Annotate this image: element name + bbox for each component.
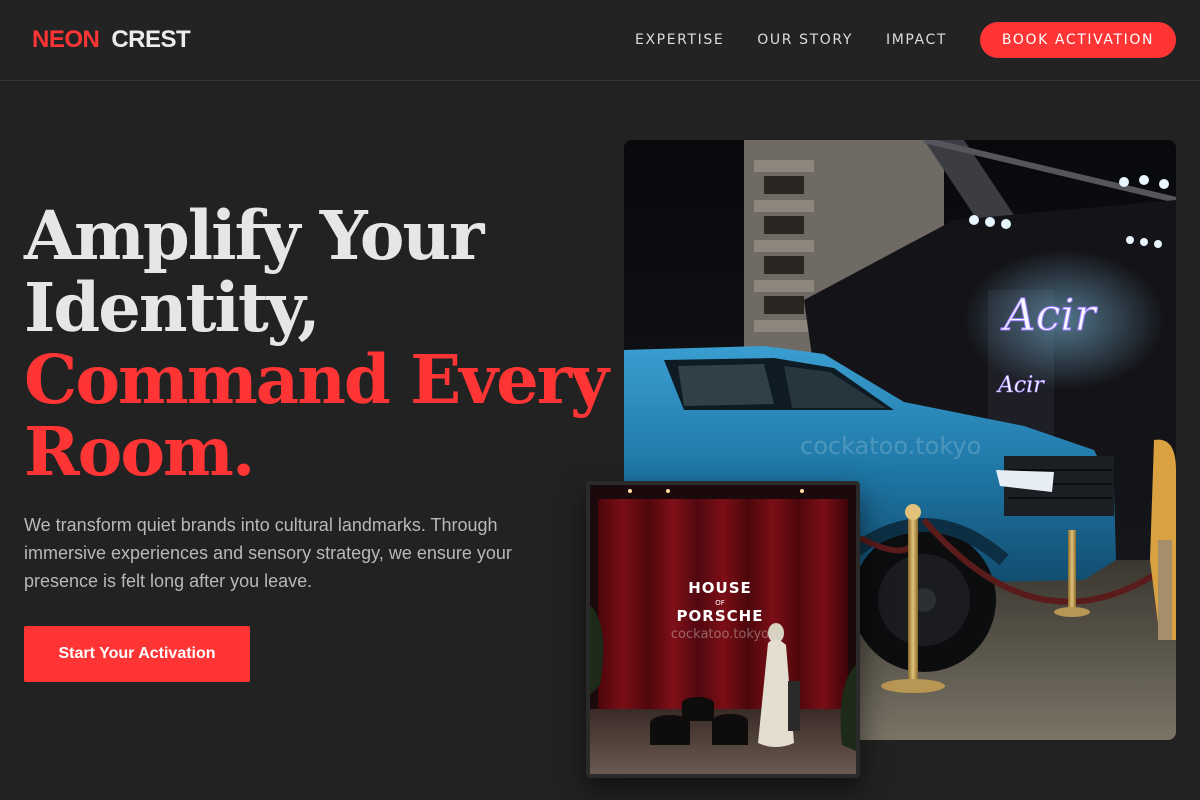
neon-sign-text: Acir: [1000, 290, 1098, 341]
headline-line-2: Identity,: [24, 268, 321, 347]
brand-logo[interactable]: NEON CREST: [32, 26, 191, 54]
inset-photo-watermark: cockatoo.tokyo: [671, 627, 769, 642]
sign-house: HOUSE: [688, 579, 752, 597]
sign-of: OF: [715, 599, 725, 607]
start-activation-button[interactable]: Start Your Activation: [24, 626, 250, 682]
brand-word-crest: CREST: [111, 26, 191, 53]
headline-line-1: Amplify Your: [24, 196, 484, 275]
neon-sign-small-text: Acir: [996, 373, 1045, 398]
headline-line-4: Room.: [24, 412, 255, 491]
nav-link-our-story[interactable]: OUR STORY: [757, 32, 853, 48]
main-photo-watermark: cockatoo.tokyo: [800, 432, 981, 460]
main-nav: EXPERTISE OUR STORY IMPACT BOOK ACTIVATI…: [635, 22, 1176, 58]
site-header: NEON CREST EXPERTISE OUR STORY IMPACT BO…: [0, 0, 1200, 81]
sign-porsche: PORSCHE: [677, 607, 764, 625]
hero-description: We transform quiet brands into cultural …: [24, 515, 512, 591]
headline-line-3: Command Every: [24, 340, 609, 419]
nav-link-impact[interactable]: IMPACT: [886, 32, 947, 48]
house-of-porsche-photo: HOUSE OF PORSCHE cockatoo.tokyo: [586, 481, 860, 778]
brand-word-neon: NEON: [32, 26, 100, 53]
nav-link-expertise[interactable]: EXPERTISE: [635, 32, 724, 48]
book-activation-button[interactable]: BOOK ACTIVATION: [980, 22, 1176, 58]
hero-headline: Amplify Your Identity, Command Every Roo…: [24, 196, 609, 491]
porsche-curtain-illustration: HOUSE OF PORSCHE cockatoo.tokyo: [590, 485, 856, 774]
